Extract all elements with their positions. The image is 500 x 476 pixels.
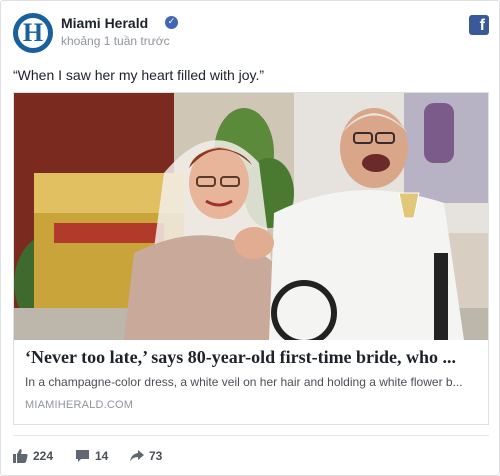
link-domain: MIAMIHERALD.COM xyxy=(25,399,134,411)
comment-count-button[interactable]: 14 xyxy=(75,447,125,465)
comment-icon xyxy=(76,450,89,462)
share-arrow-icon xyxy=(130,450,144,462)
wedding-photo-illustration xyxy=(14,93,488,340)
like-count-button[interactable]: 224 xyxy=(13,447,63,465)
engagement-bar: 224 14 73 xyxy=(13,447,489,465)
like-count: 224 xyxy=(33,449,54,463)
avatar-logo-background: H xyxy=(18,18,48,48)
comment-count: 14 xyxy=(95,449,109,463)
stats-divider xyxy=(13,435,489,436)
post-timestamp[interactable]: khoảng 1 tuần trước xyxy=(61,34,170,48)
link-description: In a champagne-color dress, a white veil… xyxy=(25,375,463,389)
link-preview-card[interactable]: ‘Never too late,’ says 80-year-old first… xyxy=(13,92,489,425)
link-preview-image[interactable] xyxy=(14,93,488,340)
share-count-button[interactable]: 73 xyxy=(129,447,179,465)
thumbs-up-icon xyxy=(13,449,28,463)
miami-herald-logo-icon: H xyxy=(22,18,44,47)
post-header: H Miami Herald ✓ khoảng 1 tuần trước f xyxy=(13,13,489,53)
link-title[interactable]: ‘Never too late,’ says 80-year-old first… xyxy=(25,347,481,368)
facebook-icon[interactable]: f xyxy=(469,15,489,35)
verified-badge-icon: ✓ xyxy=(165,16,178,29)
share-count: 73 xyxy=(149,449,163,463)
page-name-link[interactable]: Miami Herald xyxy=(61,15,148,31)
page-avatar[interactable]: H xyxy=(13,13,53,53)
post-message: “When I saw her my heart filled with joy… xyxy=(13,67,265,83)
facebook-post-card: H Miami Herald ✓ khoảng 1 tuần trước f “… xyxy=(0,0,500,476)
